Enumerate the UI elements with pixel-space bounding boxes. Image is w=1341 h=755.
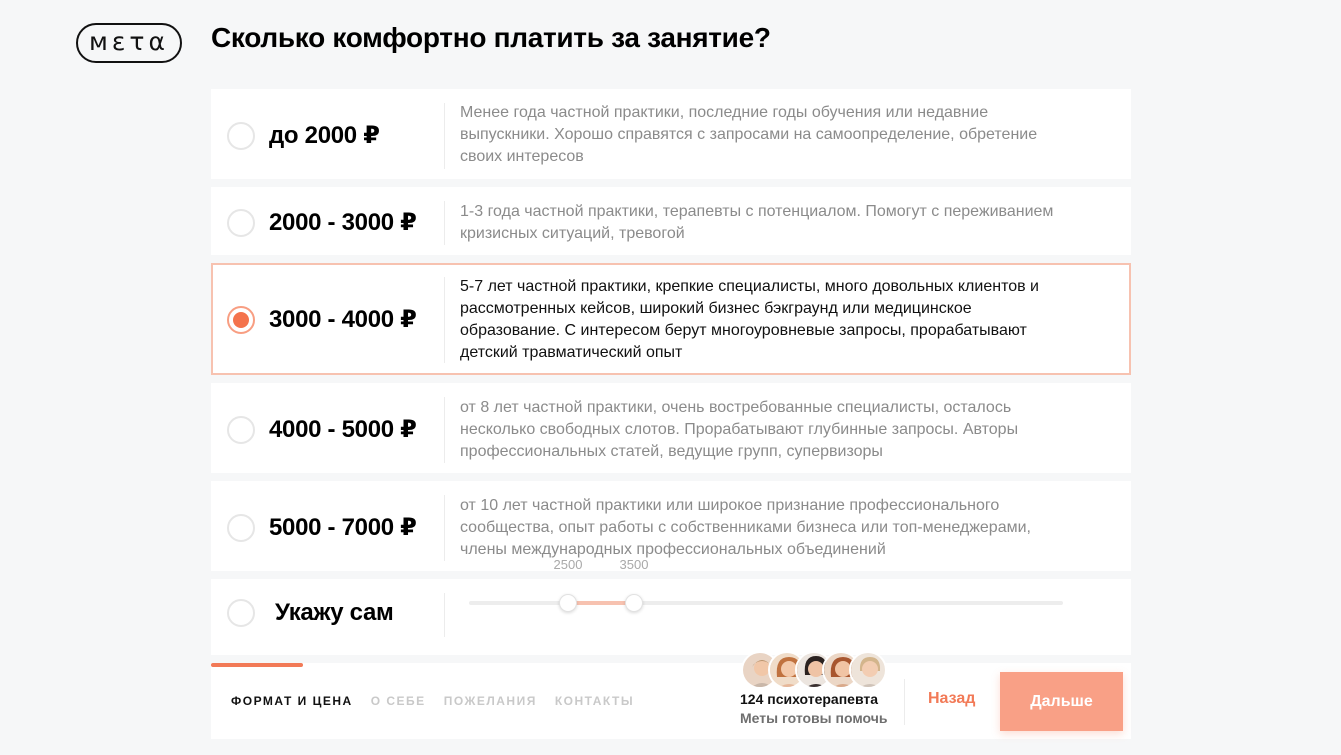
- price-label: 3000 - 4000 ₽: [269, 306, 417, 333]
- custom-price-label: Укажу сам: [275, 599, 394, 626]
- radio-button[interactable]: [227, 416, 255, 444]
- price-label: 2000 - 3000 ₽: [269, 209, 417, 236]
- price-description: 5-7 лет частной практики, крепкие специа…: [460, 278, 1039, 361]
- therapist-count: 124 психотерапевта: [740, 691, 879, 707]
- divider: [444, 277, 445, 363]
- price-label: до 2000 ₽: [269, 122, 380, 149]
- price-option-2000-3000[interactable]: 2000 - 3000 ₽ 1-3 года частной практики,…: [211, 187, 1131, 255]
- radio-button[interactable]: [227, 209, 255, 237]
- radio-button-selected[interactable]: [227, 306, 255, 334]
- price-option-custom[interactable]: Укажу сам 2500 3500: [211, 557, 1131, 655]
- price-description: Менее года частной практики, последние г…: [460, 104, 1038, 165]
- price-range-slider[interactable]: 2500 3500: [469, 557, 1063, 612]
- price-label: 5000 - 7000 ₽: [269, 514, 417, 541]
- divider: [444, 593, 445, 637]
- price-option-5000-7000[interactable]: 5000 - 7000 ₽ от 10 лет частной практики…: [211, 481, 1131, 571]
- price-label: 4000 - 5000 ₽: [269, 416, 417, 443]
- radio-button[interactable]: [227, 122, 255, 150]
- step-format-and-price[interactable]: ФОРМАТ И ЦЕНА: [231, 694, 353, 708]
- price-option-3000-4000[interactable]: 3000 - 4000 ₽ 5-7 лет частной практики, …: [211, 263, 1131, 375]
- price-option-4000-5000[interactable]: 4000 - 5000 ₽ от 8 лет частной практики,…: [211, 383, 1131, 473]
- step-navigation: ФОРМАТ И ЦЕНА О СЕБЕ ПОЖЕЛАНИЯ КОНТАКТЫ: [231, 694, 634, 708]
- divider: [444, 495, 445, 561]
- therapist-avatars: [741, 651, 887, 689]
- radio-button[interactable]: [227, 599, 255, 627]
- slider-min-handle[interactable]: 2500: [554, 557, 582, 612]
- step-contacts[interactable]: КОНТАКТЫ: [555, 694, 634, 708]
- price-description: от 10 лет частной практики или широкое п…: [460, 497, 1031, 558]
- divider: [444, 397, 445, 463]
- therapist-help-text: Меты готовы помочь: [740, 710, 888, 726]
- divider: [444, 201, 445, 245]
- divider: [444, 103, 445, 169]
- next-button[interactable]: Дальше: [1000, 672, 1123, 731]
- page-title: Сколько комфортно платить за занятие?: [211, 22, 771, 53]
- wizard-footer: ФОРМАТ И ЦЕНА О СЕБЕ ПОЖЕЛАНИЯ КОНТАКТЫ …: [211, 651, 1131, 739]
- progress-bar: [211, 663, 303, 667]
- avatar: [849, 651, 887, 689]
- price-description: от 8 лет частной практики, очень востреб…: [460, 399, 1019, 460]
- step-wishes[interactable]: ПОЖЕЛАНИЯ: [444, 694, 537, 708]
- slider-max-handle[interactable]: 3500: [620, 557, 648, 612]
- radio-button[interactable]: [227, 514, 255, 542]
- slider-min-value: 2500: [553, 557, 583, 572]
- footer-divider: [904, 679, 905, 725]
- slider-max-value: 3500: [619, 557, 649, 572]
- back-button[interactable]: Назад: [928, 690, 975, 708]
- step-about-self[interactable]: О СЕБЕ: [371, 694, 426, 708]
- price-option-up-to-2000[interactable]: до 2000 ₽ Менее года частной практики, п…: [211, 89, 1131, 179]
- price-description: 1-3 года частной практики, терапевты с п…: [460, 203, 1054, 242]
- logo[interactable]: мετα: [76, 23, 182, 63]
